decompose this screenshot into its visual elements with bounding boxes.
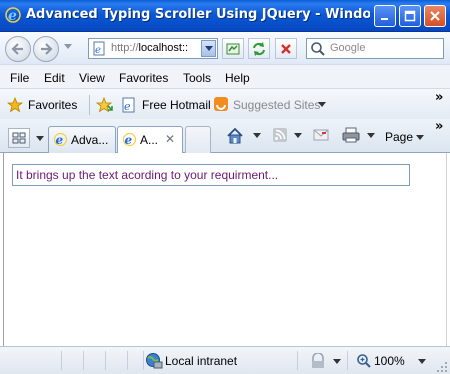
tab-advanced-typing[interactable]: e Adva...: [48, 126, 116, 153]
refresh-button[interactable]: [248, 38, 270, 59]
status-separator: [296, 351, 298, 370]
suggested-sites-dropdown-icon[interactable]: [318, 102, 326, 107]
security-zone-label[interactable]: Local intranet: [165, 354, 237, 368]
protected-mode-dropdown-icon[interactable]: [333, 359, 341, 364]
menu-file[interactable]: File: [10, 71, 29, 85]
forward-arrow-icon: [41, 43, 53, 55]
minimize-icon: [381, 18, 388, 20]
status-cell: [84, 351, 106, 370]
svg-text:e: e: [124, 100, 131, 113]
recent-pages-dropdown-icon[interactable]: [64, 44, 72, 50]
status-cell: [0, 351, 62, 370]
home-dropdown-icon[interactable]: [253, 133, 261, 138]
suggested-sites-link[interactable]: Suggested Sites: [233, 98, 320, 112]
status-cell: [128, 351, 144, 370]
compatibility-view-button[interactable]: [222, 38, 244, 59]
address-toolbar: e http://localhost:: Google: [0, 32, 450, 64]
close-icon: [430, 11, 440, 21]
favorites-separator: [89, 95, 90, 115]
ie-logo-icon: e: [5, 7, 21, 24]
feeds-icon[interactable]: [272, 127, 288, 143]
free-hotmail-link[interactable]: Free Hotmail: [142, 98, 211, 112]
back-arrow-icon: [11, 43, 23, 55]
suggested-sites-icon: [214, 97, 228, 111]
quick-tabs-grid-icon: [12, 132, 26, 144]
typing-scroller-box: It brings up the text acording to your r…: [12, 164, 410, 186]
quick-tabs-button[interactable]: [8, 128, 30, 148]
scroller-text: It brings up the text acording to your r…: [16, 168, 279, 182]
menu-favorites[interactable]: Favorites: [119, 71, 168, 85]
tab-row: e Adva... e A... ✕ Page »: [0, 119, 450, 154]
minimize-button[interactable]: [374, 5, 396, 27]
feeds-dropdown-icon[interactable]: [294, 133, 302, 138]
address-dropdown-button[interactable]: [201, 40, 216, 57]
search-icon: [311, 42, 325, 56]
command-bar-overflow-chevron[interactable]: »: [435, 119, 443, 134]
favorites-bar: Favorites e Free Hotmail Suggested Sites…: [0, 89, 450, 119]
local-intranet-globe-icon: [146, 353, 163, 369]
favorites-overflow-chevron[interactable]: »: [435, 90, 443, 105]
search-placeholder: Google: [330, 42, 366, 54]
stop-icon: [281, 43, 291, 54]
maximize-button[interactable]: [399, 5, 421, 27]
ie-page-icon: e: [53, 132, 68, 147]
menu-bar: File Edit View Favorites Tools Help: [0, 64, 450, 89]
status-bar: Local intranet 100%: [0, 346, 450, 374]
tab-active[interactable]: e A... ✕: [117, 126, 183, 154]
resize-grip-icon[interactable]: [436, 361, 448, 373]
new-tab-button[interactable]: [185, 126, 211, 153]
window-titlebar[interactable]: e Advanced Typing Scroller Using JQuery …: [0, 0, 450, 32]
forward-button[interactable]: [33, 36, 59, 62]
favorites-button[interactable]: Favorites: [28, 98, 77, 112]
zoom-dropdown-icon[interactable]: [418, 359, 426, 364]
menu-edit[interactable]: Edit: [44, 71, 65, 85]
status-cell: [106, 351, 128, 370]
back-button[interactable]: [5, 36, 31, 62]
favorites-star-icon: [7, 97, 23, 113]
svg-text:e: e: [95, 45, 101, 56]
page-content: It brings up the text acording to your r…: [3, 153, 447, 346]
hotmail-page-icon: e: [122, 97, 135, 113]
menu-tools[interactable]: Tools: [183, 71, 211, 85]
close-tab-icon[interactable]: ✕: [165, 132, 175, 146]
chevron-down-icon: [204, 45, 213, 51]
tab-label: Adva...: [71, 133, 109, 147]
search-field[interactable]: Google: [306, 38, 444, 59]
status-separator: [346, 351, 348, 370]
tab-label: A...: [140, 133, 159, 147]
address-field[interactable]: e http://localhost::: [88, 38, 218, 59]
ie-page-icon: e: [122, 132, 137, 147]
window-title: Advanced Typing Scroller Using JQuery - …: [26, 7, 370, 22]
menu-view[interactable]: View: [79, 71, 105, 85]
stop-button[interactable]: [275, 38, 297, 59]
print-dropdown-icon[interactable]: [367, 133, 375, 138]
page-icon: e: [93, 41, 105, 56]
page-dropdown-icon[interactable]: [416, 135, 424, 140]
address-url: http://localhost::: [111, 42, 189, 54]
svg-text:e: e: [125, 133, 133, 147]
tab-list-dropdown-icon[interactable]: [36, 136, 44, 141]
add-to-favorites-icon[interactable]: [96, 97, 114, 113]
home-icon[interactable]: [226, 127, 244, 144]
protected-mode-icon[interactable]: [310, 353, 326, 369]
compatibility-view-icon: [226, 43, 240, 54]
status-cell: [62, 351, 84, 370]
close-window-button[interactable]: [424, 5, 446, 27]
maximize-icon: [404, 10, 416, 22]
svg-text:e: e: [8, 8, 17, 24]
zoom-magnifier-icon: [357, 354, 371, 368]
zoom-level[interactable]: 100%: [374, 354, 405, 368]
svg-text:e: e: [56, 133, 64, 147]
refresh-icon: [253, 41, 265, 56]
print-icon[interactable]: [342, 127, 360, 143]
read-mail-icon[interactable]: [313, 128, 329, 142]
page-menu-button[interactable]: Page: [385, 130, 413, 144]
menu-help[interactable]: Help: [225, 71, 250, 85]
